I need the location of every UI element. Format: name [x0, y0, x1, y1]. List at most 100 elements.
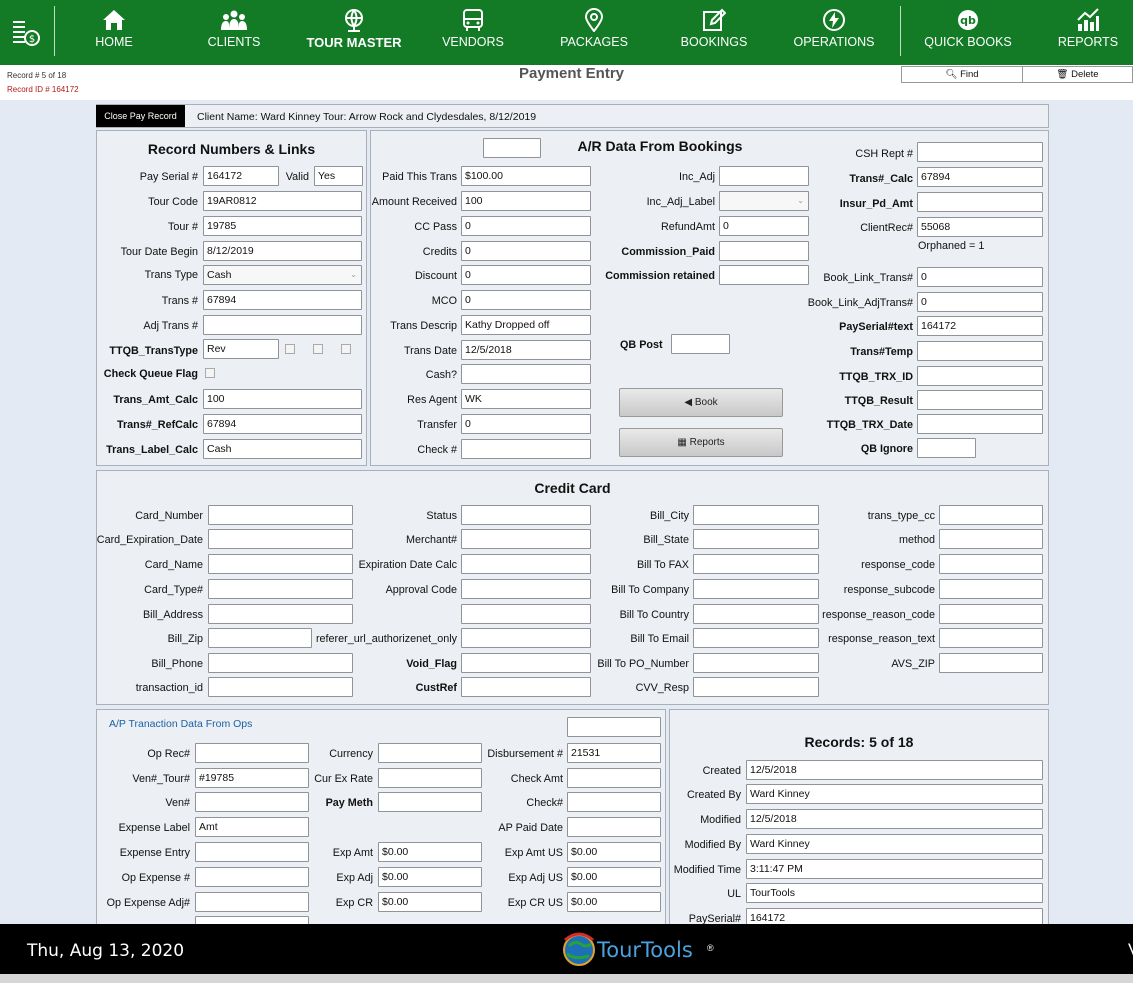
menu-money-icon[interactable]: $	[4, 0, 46, 65]
expense-label-field[interactable]: Amt	[195, 817, 309, 837]
cc-card-name-field[interactable]	[208, 554, 353, 574]
nav-home[interactable]: HOME	[74, 0, 154, 65]
cc-merchant-field[interactable]	[461, 529, 591, 549]
cc-void-flag-field[interactable]	[461, 653, 591, 673]
trans-date-field[interactable]: 12/5/2018	[461, 340, 591, 360]
cc-cvv-resp-field[interactable]	[693, 677, 819, 697]
cc-avs-zip-field[interactable]	[939, 653, 1043, 673]
exp-amt-us-field[interactable]: $0.00	[567, 842, 661, 862]
check-no-field[interactable]	[567, 792, 661, 812]
tour-code-field[interactable]: 19AR0812	[203, 191, 362, 211]
amount-received-field[interactable]: 100	[461, 191, 591, 211]
cc-transaction-id-field[interactable]	[208, 677, 353, 697]
cash-field[interactable]	[461, 364, 591, 384]
cc-card-number-field[interactable]	[208, 505, 353, 525]
trans-amt-calc-field[interactable]: 100	[203, 389, 362, 409]
adj-trans-field[interactable]	[203, 315, 362, 335]
cc-expiration-date-calc-field[interactable]	[461, 554, 591, 574]
nav-quick-books[interactable]: qb QUICK BOOKS	[918, 0, 1018, 65]
cc-approval-code-field[interactable]	[461, 579, 591, 599]
cur-ex-rate-field[interactable]	[378, 768, 482, 788]
pay-meth-field[interactable]	[378, 792, 482, 812]
op-expense-adj-field[interactable]	[195, 892, 309, 912]
currency-field[interactable]	[378, 743, 482, 763]
ttqb-result-field[interactable]	[917, 390, 1043, 410]
cc-blank-field[interactable]	[461, 604, 591, 624]
ar-top-box[interactable]	[483, 138, 541, 158]
cc-bill-to-country-field[interactable]	[693, 604, 819, 624]
pay-serial-field[interactable]: 164172	[203, 166, 279, 186]
nav-vendors[interactable]: VENDORS	[433, 0, 513, 65]
ven-field[interactable]	[195, 792, 309, 812]
credits-field[interactable]: 0	[461, 241, 591, 261]
cc-bill-to-company-field[interactable]	[693, 579, 819, 599]
cc-bill-city-field[interactable]	[693, 505, 819, 525]
exp-amt-field[interactable]: $0.00	[378, 842, 482, 862]
commission-paid-field[interactable]	[719, 241, 809, 261]
inc-adj-field[interactable]	[719, 166, 809, 186]
ul-field[interactable]: TourTools	[746, 883, 1043, 903]
ttqb-checkbox-3[interactable]	[341, 344, 351, 354]
insur-pd-amt-field[interactable]	[917, 192, 1043, 212]
cc-custref-field[interactable]	[461, 677, 591, 697]
client-rec-field[interactable]: 55068	[917, 217, 1043, 237]
transfer-field[interactable]: 0	[461, 414, 591, 434]
cc-card-type-field[interactable]	[208, 579, 353, 599]
nav-reports[interactable]: REPORTS	[1048, 0, 1128, 65]
refund-amt-field[interactable]: 0	[719, 216, 809, 236]
commission-retained-field[interactable]	[719, 265, 809, 285]
valid-field[interactable]: Yes	[314, 166, 363, 186]
res-agent-field[interactable]: WK	[461, 389, 591, 409]
book-link-adjtrans-field[interactable]: 0	[917, 292, 1043, 312]
ttqb-transtype-field[interactable]: Rev	[203, 339, 279, 359]
cc-status-field[interactable]	[461, 505, 591, 525]
cc-response-code-field[interactable]	[939, 554, 1043, 574]
trans-type-select[interactable]: Cash ⌄	[203, 265, 362, 285]
modified-field[interactable]: 12/5/2018	[746, 809, 1043, 829]
cc-pass-field[interactable]: 0	[461, 216, 591, 236]
csh-rept-field[interactable]	[917, 142, 1043, 162]
created-by-field[interactable]: Ward Kinney	[746, 784, 1043, 804]
op-expense-field[interactable]	[195, 867, 309, 887]
cc-method-field[interactable]	[939, 529, 1043, 549]
disbursement-field[interactable]: 21531	[567, 743, 661, 763]
created-field[interactable]: 12/5/2018	[746, 760, 1043, 780]
cc-bill-to-po-number-field[interactable]	[693, 653, 819, 673]
nav-packages[interactable]: PACKAGES	[549, 0, 639, 65]
exp-adj-field[interactable]: $0.00	[378, 867, 482, 887]
delete-button[interactable]: 🗑︎ Delete	[1022, 66, 1133, 83]
cc-response-reason-text-field[interactable]	[939, 628, 1043, 648]
qb-post-field[interactable]	[671, 334, 730, 354]
close-pay-record-button[interactable]: Close Pay Record	[96, 105, 185, 127]
nav-tour-master[interactable]: TOUR MASTER	[299, 0, 409, 65]
mco-field[interactable]: 0	[461, 290, 591, 310]
ven-tour-field[interactable]: #19785	[195, 768, 309, 788]
payserial-text-field[interactable]: 164172	[917, 316, 1043, 336]
expense-entry-field[interactable]	[195, 842, 309, 862]
trans-calc-field[interactable]: 67894	[917, 167, 1043, 187]
trans-refcalc-field[interactable]: 67894	[203, 414, 362, 434]
discount-field[interactable]: 0	[461, 265, 591, 285]
cc-bill-address-field[interactable]	[208, 604, 353, 624]
tour-date-field[interactable]: 8/12/2019	[203, 241, 362, 261]
trans-temp-field[interactable]	[917, 341, 1043, 361]
cc-bill-zip-field[interactable]	[208, 628, 312, 648]
reports-button[interactable]: ▦ Reports	[619, 428, 783, 457]
ttqb-trx-date-field[interactable]	[917, 414, 1043, 434]
cc-card-expiration-date-field[interactable]	[208, 529, 353, 549]
ap-paid-date-field[interactable]	[567, 817, 661, 837]
inc-adj-label-select[interactable]: ⌄	[719, 191, 809, 211]
cc-trans-type-cc-field[interactable]	[939, 505, 1043, 525]
exp-cr-us-field[interactable]: $0.00	[567, 892, 661, 912]
trans-label-calc-field[interactable]: Cash	[203, 439, 362, 459]
ttqb-checkbox-1[interactable]	[285, 344, 295, 354]
check-queue-checkbox[interactable]	[205, 368, 215, 378]
check-amt-field[interactable]	[567, 768, 661, 788]
tour-number-field[interactable]: 19785	[203, 216, 362, 236]
cc-bill-phone-field[interactable]	[208, 653, 353, 673]
op-rec-field[interactable]	[195, 743, 309, 763]
check-number-field[interactable]	[461, 439, 591, 459]
cc-referer-url-authorizenet-only-field[interactable]	[461, 628, 591, 648]
ttqb-trx-id-field[interactable]	[917, 366, 1043, 386]
cc-bill-to-email-field[interactable]	[693, 628, 819, 648]
